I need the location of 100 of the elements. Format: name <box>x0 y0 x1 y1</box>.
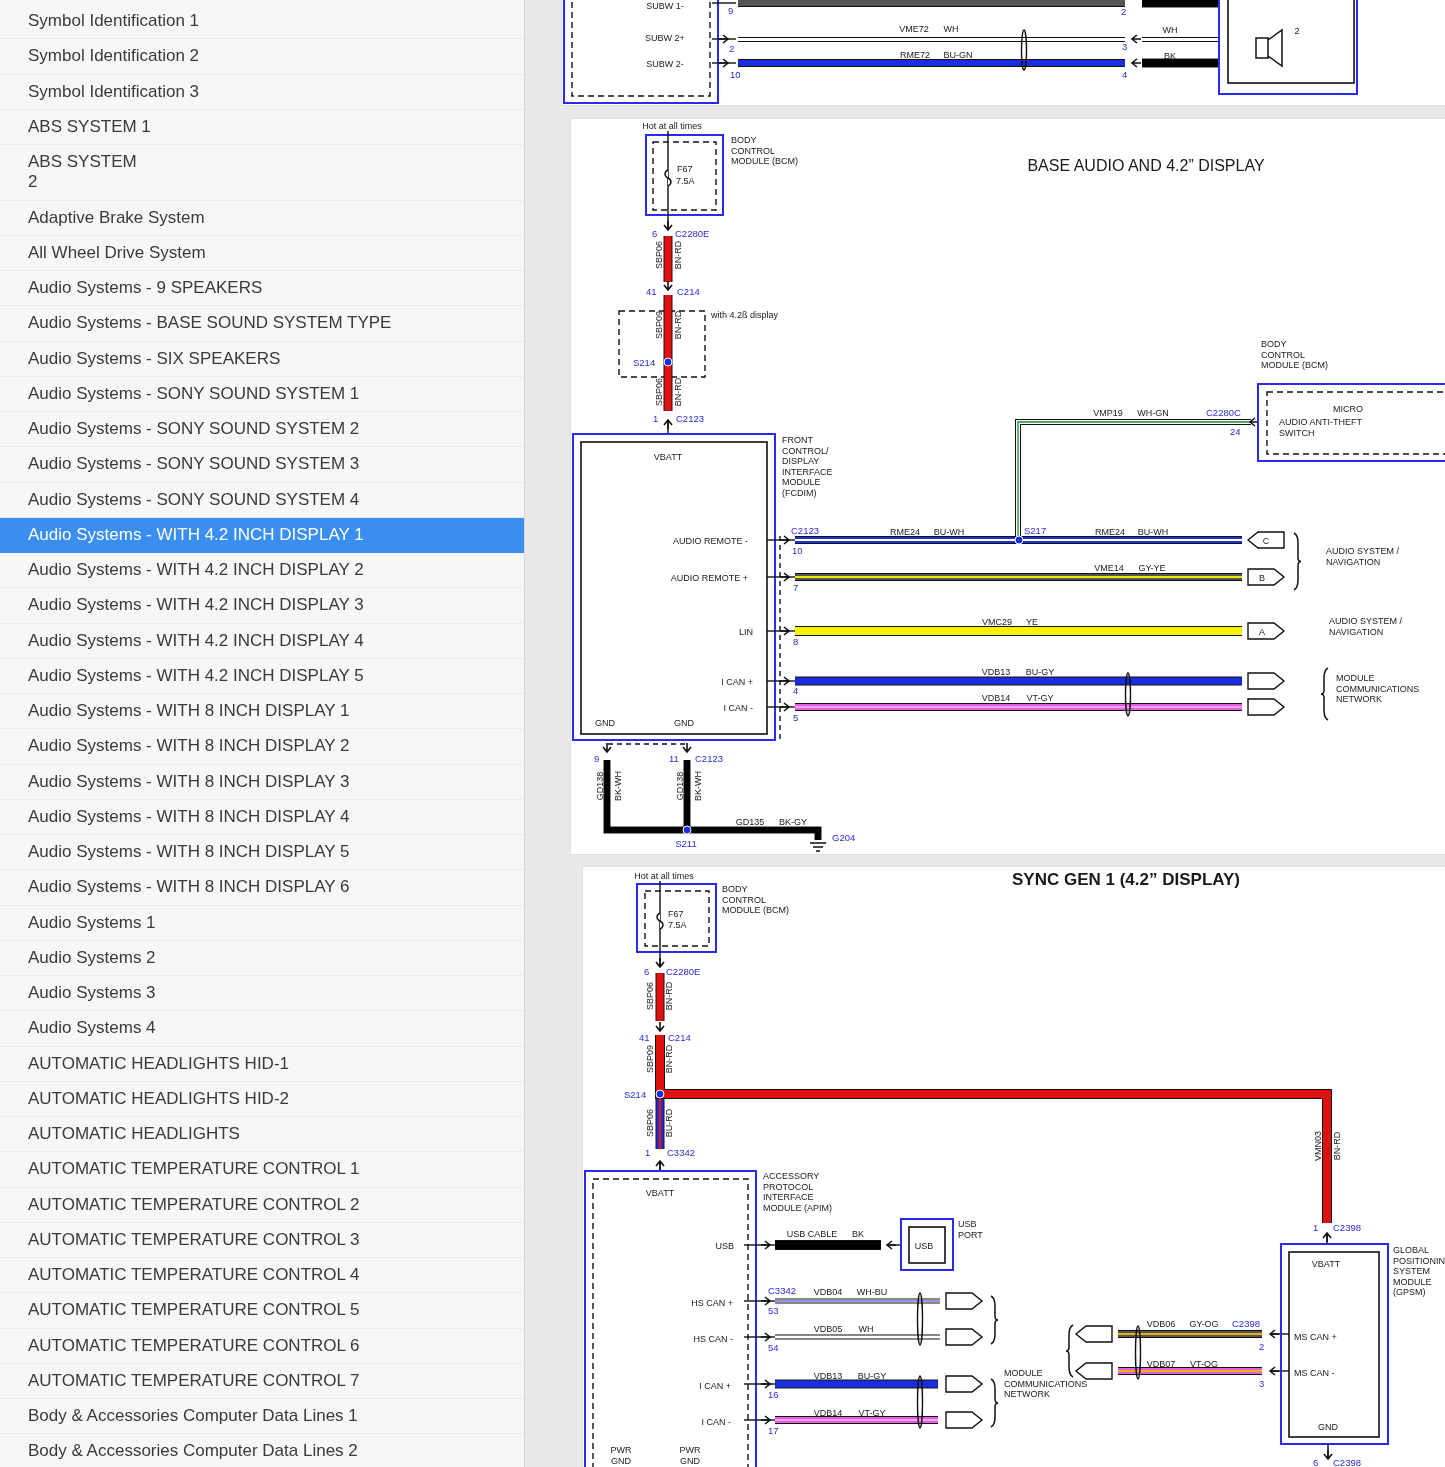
sidebar-item[interactable]: Audio Systems - WITH 8 INCH DISPLAY 3 <box>0 764 524 800</box>
sidebar-item[interactable]: Symbol Identification 1 <box>0 4 524 40</box>
connector-label: S214 <box>633 357 656 368</box>
diagram-label: VDB14 <box>813 1408 843 1418</box>
sidebar-item[interactable]: Audio Systems - WITH 4.2 INCH DISPLAY 5 <box>0 658 524 694</box>
sidebar-item[interactable]: AUTOMATIC HEADLIGHTS HID-2 <box>0 1081 524 1117</box>
sidebar-item[interactable]: Adaptive Brake System <box>0 200 524 236</box>
wire-label: BN-RD <box>673 377 683 407</box>
sidebar-item[interactable]: AUTOMATIC TEMPERATURE CONTROL 5 <box>0 1293 524 1329</box>
sidebar-item[interactable]: Symbol Identification 2 <box>0 39 524 75</box>
diagram-label: VBATT <box>645 1188 675 1198</box>
pin-line <box>766 539 796 541</box>
sidebar-item[interactable]: Audio Systems - SONY SOUND SYSTEM 4 <box>0 482 524 518</box>
sidebar-item[interactable]: AUTOMATIC TEMPERATURE CONTROL 7 <box>0 1363 524 1399</box>
diagram-label: WH <box>943 24 959 34</box>
sidebar-item[interactable]: Audio Systems - SIX SPEAKERS <box>0 341 524 377</box>
diagram-label: 7.5A <box>676 176 695 186</box>
feed-line <box>659 1160 661 1172</box>
sidebar-item[interactable]: Audio Systems - WITH 4.2 INCH DISPLAY 3 <box>0 588 524 624</box>
diagram-label: VDB13 <box>813 1371 843 1381</box>
connector-label: 6 <box>1313 1457 1319 1467</box>
pin-line <box>766 630 796 632</box>
sidebar-item[interactable]: Audio Systems - SONY SOUND SYSTEM 1 <box>0 376 524 412</box>
diagram-label: GY-YE <box>1138 563 1166 573</box>
sidebar-item[interactable]: ABS SYSTEM 2 <box>0 145 524 201</box>
connector-label: S211 <box>675 838 697 849</box>
sidebar-item[interactable]: Audio Systems - WITH 8 INCH DISPLAY 6 <box>0 870 524 906</box>
sidebar-item[interactable]: Audio Systems - WITH 8 INCH DISPLAY 1 <box>0 694 524 730</box>
sidebar-item[interactable]: AUTOMATIC TEMPERATURE CONTROL 2 <box>0 1187 524 1223</box>
connector-label: C2280E <box>675 228 710 239</box>
diagram-label: F67 <box>677 164 693 174</box>
sidebar-item[interactable]: Body & Accessories Computer Data Lines 1 <box>0 1399 524 1435</box>
sidebar-item[interactable]: Body & Accessories Computer Data Lines 2 <box>0 1434 524 1467</box>
sidebar-item[interactable]: Audio Systems - WITH 4.2 INCH DISPLAY 2 <box>0 553 524 589</box>
connector-label: S217 <box>1024 525 1047 536</box>
connector-icon <box>945 1292 984 1310</box>
connector-label: C214 <box>668 1032 691 1043</box>
diagram-label: BK <box>852 1229 864 1239</box>
diagram-label: VME14 <box>1094 563 1124 573</box>
sidebar-item[interactable]: All Wheel Drive System <box>0 235 524 271</box>
sidebar-item[interactable]: AUTOMATIC TEMPERATURE CONTROL 6 <box>0 1328 524 1364</box>
diagram-label: WH <box>1162 25 1178 35</box>
diagram-label: ACCESSORY PROTOCOL INTERFACE MODULE (APIM) <box>763 1171 832 1213</box>
splice-dot <box>655 1089 665 1099</box>
connector-label: S214 <box>624 1089 647 1100</box>
module-outline <box>908 1226 946 1264</box>
pin-line <box>711 62 737 64</box>
diagram-label: VT-GY <box>1026 693 1054 703</box>
pin-line <box>743 1419 776 1421</box>
diagram-label: GY-OG <box>1189 1319 1219 1329</box>
diagram-label: C <box>1262 536 1270 546</box>
sidebar-item[interactable]: Audio Systems 3 <box>0 976 524 1012</box>
diagram-label: MS CAN - <box>1294 1368 1335 1378</box>
arrow-icon <box>718 34 730 44</box>
sidebar-item[interactable]: AUTOMATIC HEADLIGHTS HID-1 <box>0 1046 524 1082</box>
sidebar-item[interactable]: ABS SYSTEM 1 <box>0 109 524 145</box>
sidebar-item[interactable]: Audio Systems - WITH 8 INCH DISPLAY 4 <box>0 799 524 835</box>
diagram-label: VDB06 <box>1146 1319 1176 1329</box>
diagram-label: WH-GN <box>1137 408 1169 418</box>
sidebar-item[interactable]: Audio Systems - SONY SOUND SYSTEM 2 <box>0 412 524 448</box>
sidebar-item[interactable]: Audio Systems 4 <box>0 1011 524 1047</box>
wire-label: BN-RD <box>673 240 683 270</box>
twist-icon <box>916 1292 924 1346</box>
sidebar-item[interactable]: AUTOMATIC TEMPERATURE CONTROL 3 <box>0 1222 524 1258</box>
connector-label: 4 <box>1122 69 1128 80</box>
diagram-label: VBATT <box>1311 1259 1341 1269</box>
diagram-label: 2 <box>1294 26 1300 36</box>
sidebar-item[interactable]: AUTOMATIC TEMPERATURE CONTROL 1 <box>0 1152 524 1188</box>
connector-label: 5 <box>793 712 799 723</box>
sidebar-item[interactable]: Audio Systems - 9 SPEAKERS <box>0 271 524 307</box>
sidebar-item[interactable]: Audio Systems - SONY SOUND SYSTEM 3 <box>0 447 524 483</box>
diagram-label: USB <box>914 1241 934 1251</box>
wire-label: SBP06 <box>645 1109 655 1137</box>
diagram-label: A <box>1259 627 1265 637</box>
diagram-label: MODULE COMMUNICATIONS NETWORK <box>1004 1368 1088 1399</box>
connector-label: 6 <box>644 966 650 977</box>
wire-label: BN-RD <box>1332 1131 1342 1161</box>
sidebar-item[interactable]: AUTOMATIC TEMPERATURE CONTROL 4 <box>0 1258 524 1294</box>
sidebar-item[interactable]: Audio Systems - BASE SOUND SYSTEM TYPE <box>0 306 524 342</box>
sidebar-item[interactable]: Audio Systems - WITH 8 INCH DISPLAY 2 <box>0 729 524 765</box>
diagram-label: USB PORT <box>958 1219 983 1240</box>
diagram-label: AUDIO SYSTEM / NAVIGATION <box>1326 546 1399 567</box>
sidebar-item[interactable]: Audio Systems - WITH 4.2 INCH DISPLAY 4 <box>0 623 524 659</box>
diagram-label: I CAN + <box>699 1381 731 1391</box>
sidebar-item[interactable]: Audio Systems 2 <box>0 940 524 976</box>
connector-label: C2280C <box>1206 407 1241 418</box>
sidebar-item[interactable]: Symbol Identification 3 <box>0 74 524 110</box>
arrow-icon <box>779 535 791 545</box>
connector-label: 11 <box>669 753 679 764</box>
connector-label: C214 <box>677 286 700 297</box>
wire-label: BK-WH <box>693 771 703 801</box>
sidebar-item[interactable]: Audio Systems 1 <box>0 905 524 941</box>
sidebar-item[interactable]: Audio Systems - WITH 8 INCH DISPLAY 5 <box>0 835 524 871</box>
splice-dot <box>1014 535 1024 545</box>
diagram-title: SYNC GEN 1 (4.2” DISPLAY) <box>1012 870 1240 889</box>
pin-line <box>743 1336 776 1338</box>
diagram-label: FRONT CONTROL/ DISPLAY INTERFACE MODULE (FCDIM) <box>782 435 833 498</box>
diagram-label: VMC29 <box>982 617 1012 627</box>
brace-icon <box>990 1378 999 1428</box>
sidebar-item[interactable]: AUTOMATIC HEADLIGHTS <box>0 1117 524 1153</box>
